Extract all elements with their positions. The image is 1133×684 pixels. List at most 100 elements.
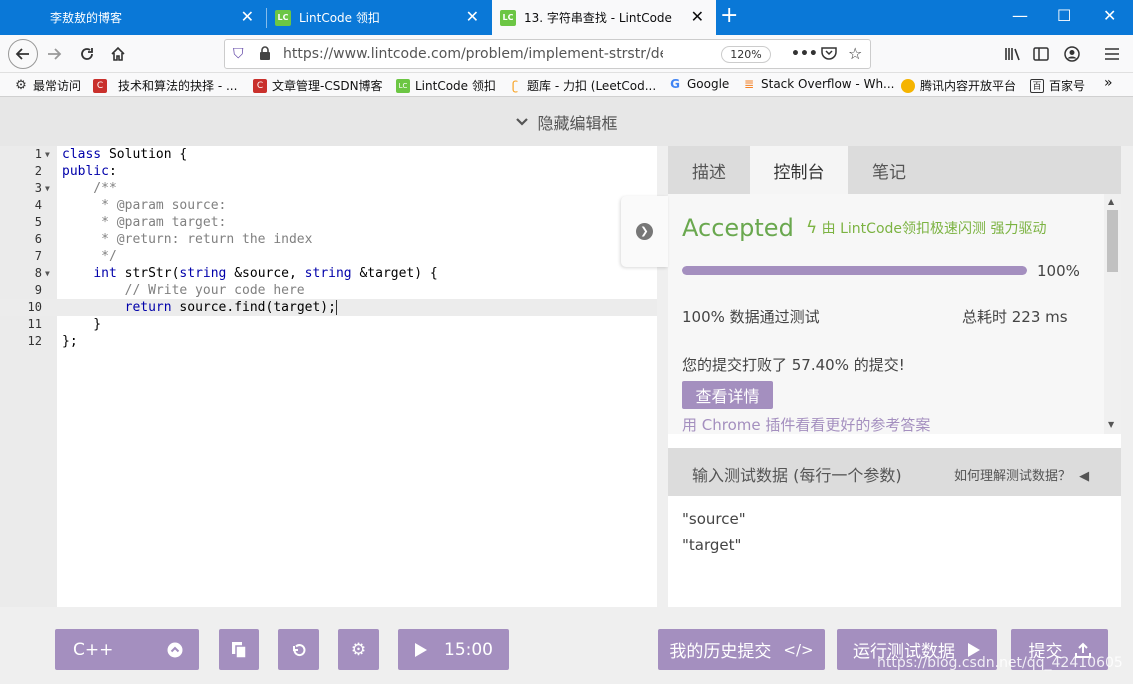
tab-description[interactable]: 描述	[668, 146, 750, 194]
bookmark-google[interactable]: G Google	[668, 77, 729, 91]
fold-arrow-icon[interactable]: ▼	[45, 146, 50, 163]
line-number: 8	[34, 266, 42, 280]
code-line[interactable]: 2 public:	[0, 163, 657, 180]
library-icon[interactable]	[1000, 41, 1026, 67]
scrollbar-thumb[interactable]	[1107, 210, 1118, 272]
bookmark-most-visited[interactable]: ⚙ 最常访问	[14, 77, 81, 94]
code-line[interactable]: 10 return source.find(target);	[0, 299, 657, 316]
bookmark-star-icon[interactable]: ☆	[848, 44, 862, 63]
code-line[interactable]: 3 ▼ /**	[0, 180, 657, 197]
lintcode-icon: LC	[275, 9, 291, 26]
panel-tabs: 描述 控制台 笔记	[668, 146, 1121, 194]
code-editor[interactable]: 1 ▼ class Solution {2 public: 3 ▼ /** 4 * @par…	[0, 146, 657, 607]
page-actions-icon[interactable]: •••	[791, 46, 818, 62]
bookmark-label: 百家号	[1049, 79, 1086, 93]
code-line[interactable]: 9 // Write your code here	[0, 282, 657, 299]
bookmark-baijiahao[interactable]: 百 百家号	[1030, 77, 1085, 94]
tab-blog[interactable]: 李敖敖的博客 ✕	[0, 0, 266, 35]
collapse-panel-button[interactable]: ❯	[621, 196, 668, 267]
hide-editor-toggle[interactable]: 隐藏编辑框	[0, 97, 1133, 146]
console-scrollbar[interactable]: ▲ ▼	[1104, 194, 1121, 434]
code-line[interactable]: 1 ▼ class Solution {	[0, 146, 657, 163]
maximize-icon[interactable]: ☐	[1057, 8, 1071, 24]
pocket-icon[interactable]	[821, 46, 837, 64]
fold-arrow-icon[interactable]: ▼	[45, 265, 50, 282]
tab-notes[interactable]: 笔记	[848, 146, 930, 194]
close-icon[interactable]: ✕	[691, 9, 704, 25]
address-bar[interactable]: ⛉ https://www.lintcode.com/problem/imple…	[224, 39, 871, 69]
bookmark-label: 腾讯内容开放平台	[920, 79, 1017, 93]
back-button[interactable]	[8, 39, 38, 69]
sidebar-toggle-icon[interactable]	[1028, 41, 1054, 67]
code-line[interactable]: 4 * @param source:	[0, 197, 657, 214]
code-text: }	[62, 317, 102, 332]
bookmarks-overflow-icon[interactable]: »	[1104, 75, 1113, 91]
timer-button[interactable]: 15:00	[398, 629, 509, 670]
tab-console[interactable]: 控制台	[750, 146, 848, 194]
lintcode-icon: LC	[500, 9, 516, 26]
bookmark-tencent[interactable]: 腾讯内容开放平台	[901, 77, 1016, 94]
test-input-area[interactable]: "source" "target"	[682, 506, 746, 558]
scroll-down-icon[interactable]: ▼	[1108, 420, 1114, 429]
play-icon	[415, 642, 427, 657]
gear-icon: ⚙	[15, 78, 27, 93]
code-line[interactable]: 8 ▼ int strStr(string &source, string &ta…	[0, 265, 657, 282]
bookmark-stackoverflow[interactable]: ≣ Stack Overflow - Wh...	[742, 77, 895, 91]
bookmarks-toolbar: ⚙ 最常访问 C 技术和算法的抉择 - ... C 文章管理-CSDN博客 LC…	[0, 73, 1133, 97]
minimize-icon[interactable]: —	[1012, 8, 1028, 24]
bookmark-leetcode[interactable]: ʗ 题库 - 力扣 (LeetCod...	[508, 77, 656, 94]
tab-strstr[interactable]: LC 13. 字符串查找 - LintCode ✕	[492, 0, 716, 35]
lightning-icon: ϟ	[806, 218, 818, 238]
zoom-level[interactable]: 120%	[721, 46, 771, 63]
reload-button[interactable]	[74, 41, 100, 67]
result-panel: 描述 控制台 笔记 Accepted ϟ 由 LintCode领扣极速闪测 强力…	[668, 146, 1121, 607]
forward-arrow-icon	[48, 48, 62, 60]
close-icon[interactable]: ✕	[241, 9, 254, 25]
text-cursor	[335, 300, 337, 315]
close-icon[interactable]: ✕	[466, 9, 479, 25]
forward-button[interactable]	[41, 41, 67, 67]
url-text[interactable]: https://www.lintcode.com/problem/impleme…	[283, 46, 663, 62]
bookmark-label: Google	[687, 77, 730, 91]
chrome-plugin-link[interactable]: 用 Chrome 插件看看更好的参考答案	[682, 414, 930, 434]
view-details-button[interactable]: 查看详情	[682, 381, 773, 409]
scroll-up-icon[interactable]: ▲	[1108, 197, 1114, 206]
baijiahao-icon: 百	[1030, 78, 1044, 93]
language-select[interactable]: C++	[55, 629, 199, 670]
test-help-link[interactable]: 如何理解测试数据？ ◀	[954, 465, 1089, 484]
settings-button[interactable]: ⚙	[338, 629, 379, 670]
bookmark-csdn-admin[interactable]: C 文章管理-CSDN博客	[253, 77, 383, 94]
powered-by-label: ϟ 由 LintCode领扣极速闪测 强力驱动	[806, 218, 1046, 238]
lintcode-icon: LC	[396, 78, 410, 93]
tracking-shield-icon[interactable]: ⛉	[233, 46, 244, 62]
bookmark-lintcode[interactable]: LC LintCode 领扣	[396, 77, 496, 94]
home-button[interactable]	[105, 41, 131, 67]
lock-icon[interactable]	[259, 46, 271, 64]
code-text: // Write your code here	[62, 283, 305, 298]
code-line[interactable]: 5 * @param target:	[0, 214, 657, 231]
tab-lintcode[interactable]: LC LintCode 领扣 ✕	[267, 0, 491, 35]
chevron-up-circle-icon	[167, 642, 183, 657]
undo-icon	[292, 643, 305, 656]
new-tab-button[interactable]: +	[720, 5, 738, 27]
code-text: * @param target:	[62, 215, 227, 230]
reset-code-button[interactable]	[278, 629, 319, 670]
csdn-icon: C	[93, 78, 107, 93]
window-close-icon[interactable]: ✕	[1103, 8, 1116, 24]
bookmark-tech-choice[interactable]: C 技术和算法的抉择 - ...	[93, 77, 237, 94]
account-icon[interactable]	[1059, 41, 1085, 67]
code-line[interactable]: 12};	[0, 333, 657, 350]
code-icon: </>	[783, 640, 814, 659]
menu-icon[interactable]	[1099, 41, 1125, 67]
code-text: public:	[62, 164, 117, 179]
test-input-header: 输入测试数据 (每行一个参数) 如何理解测试数据？ ◀	[668, 448, 1121, 496]
page-content: 隐藏编辑框 1 ▼ class Solution {2 public: 3 ▼ /** 4 …	[0, 97, 1133, 684]
history-submissions-button[interactable]: 我的历史提交 </>	[658, 629, 825, 670]
fold-arrow-icon[interactable]: ▼	[45, 180, 50, 197]
line-number: 12	[27, 334, 42, 348]
code-line[interactable]: 7 */	[0, 248, 657, 265]
code-line[interactable]: 6 * @return: return the index	[0, 231, 657, 248]
code-line[interactable]: 11 }	[0, 316, 657, 333]
copy-code-button[interactable]	[219, 629, 259, 670]
tencent-icon	[901, 78, 915, 93]
